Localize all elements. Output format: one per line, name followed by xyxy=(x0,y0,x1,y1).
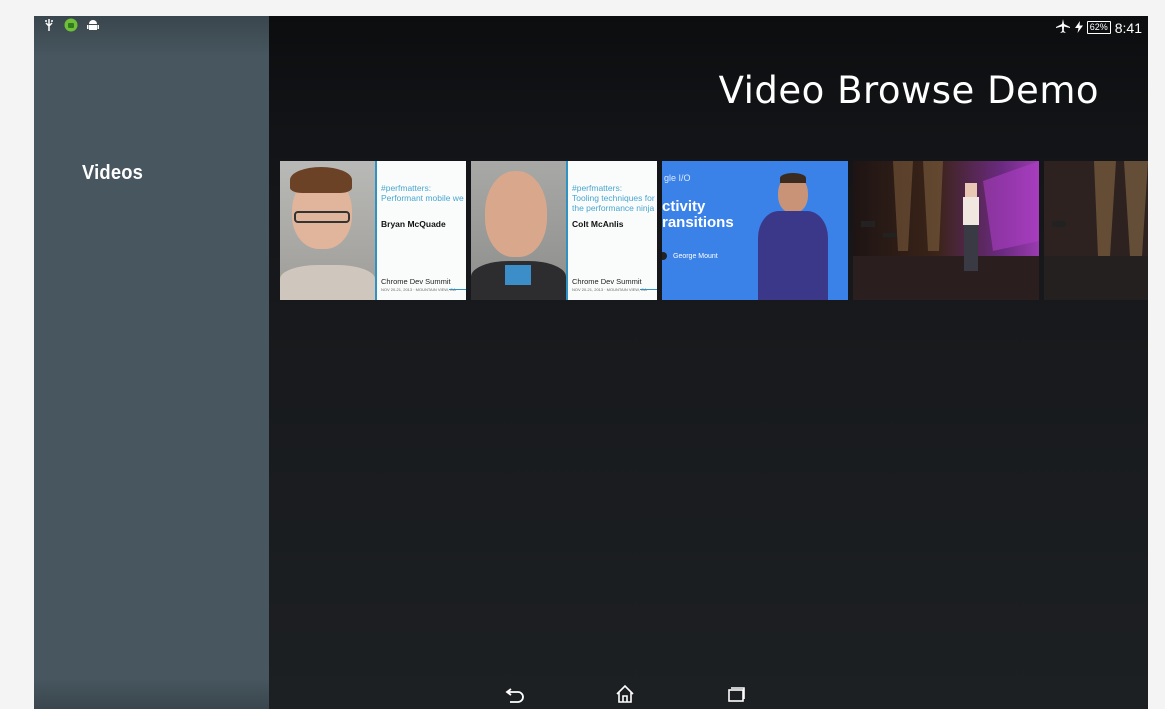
airplane-mode-icon xyxy=(1055,18,1071,37)
sidebar: Videos xyxy=(34,16,269,709)
presenter-shirt xyxy=(758,211,828,300)
page-title: Video Browse Demo xyxy=(718,68,1099,112)
io-logo: gle I/O xyxy=(664,173,691,183)
speaker-name: George Mount xyxy=(662,252,718,260)
battery-level: 62% xyxy=(1086,21,1111,34)
speaker-shirt xyxy=(280,265,375,300)
title-line: ransitions xyxy=(662,214,734,231)
speaker-face xyxy=(485,171,547,257)
tagline-line: Performant mobile we xyxy=(381,193,464,203)
tagline-line: #perfmatters: xyxy=(572,183,623,193)
speaker-photo xyxy=(471,161,566,300)
speaker-photo xyxy=(280,161,375,300)
speaker-shirt xyxy=(505,265,531,285)
recent-apps-icon[interactable] xyxy=(725,683,747,705)
speaker-avatar-icon xyxy=(662,252,667,260)
usb-icon xyxy=(42,18,56,32)
status-bar-left xyxy=(42,18,100,32)
sidebar-footer xyxy=(34,679,269,709)
event-name: Chrome Dev Summit xyxy=(572,277,642,286)
status-time: 8:41 xyxy=(1114,19,1142,36)
video-card[interactable] xyxy=(853,161,1039,300)
speaker-name: Bryan McQuade xyxy=(381,219,446,229)
presenter-figure xyxy=(754,171,828,300)
video-title: ctivity ransitions xyxy=(662,199,734,231)
tagline-line: #perfmatters: xyxy=(381,183,432,193)
video-card[interactable] xyxy=(1044,161,1148,300)
video-card[interactable]: gle I/O ctivity ransitions George Mount xyxy=(662,161,848,300)
sidebar-item-videos[interactable]: Videos xyxy=(82,162,143,185)
android-icon xyxy=(86,18,100,32)
speaker-hair xyxy=(290,167,352,193)
home-icon[interactable] xyxy=(614,683,636,705)
charging-icon xyxy=(1074,20,1083,36)
title-slide: #perfmatters: Performant mobile we Bryan… xyxy=(377,161,466,300)
accent-line xyxy=(449,289,466,290)
video-card[interactable]: #perfmatters: Tooling techniques for the… xyxy=(471,161,657,300)
event-details: NOV 20-21, 2013 · MOUNTAIN VIEW, CA xyxy=(572,287,647,292)
tagline-line: Tooling techniques for xyxy=(572,193,655,203)
event-name: Chrome Dev Summit xyxy=(381,277,451,286)
status-bar-right: 62% 8:41 xyxy=(1055,18,1142,37)
video-tagline: #perfmatters: Tooling techniques for the… xyxy=(572,183,655,213)
android-green-icon xyxy=(64,18,78,32)
main-content: 62% 8:41 Video Browse Demo #perfmatters:… xyxy=(269,16,1148,709)
navigation-bar xyxy=(269,679,1148,709)
event-details: NOV 20-21, 2013 · MOUNTAIN VIEW, CA xyxy=(381,287,456,292)
speaker-name: Colt McAnlis xyxy=(572,219,624,229)
glasses xyxy=(294,211,350,223)
accent-line xyxy=(640,289,657,290)
device-screen: Videos 62% 8:41 Video Browse Demo #perfm… xyxy=(34,16,1148,709)
title-line: ctivity xyxy=(662,198,706,215)
stage-thumbnail xyxy=(1044,161,1148,300)
title-slide: #perfmatters: Tooling techniques for the… xyxy=(568,161,657,300)
stage-thumbnail xyxy=(853,161,1039,300)
presenter-hair xyxy=(780,173,806,183)
back-icon[interactable] xyxy=(504,683,526,705)
sidebar-item-label: Videos xyxy=(82,162,144,184)
video-tagline: #perfmatters: Performant mobile we xyxy=(381,183,464,203)
tagline-line: the performance ninja xyxy=(572,203,655,213)
video-card[interactable]: #perfmatters: Performant mobile we Bryan… xyxy=(280,161,466,300)
video-row: #perfmatters: Performant mobile we Bryan… xyxy=(280,161,1148,300)
speaker-name-text: George Mount xyxy=(673,252,718,260)
